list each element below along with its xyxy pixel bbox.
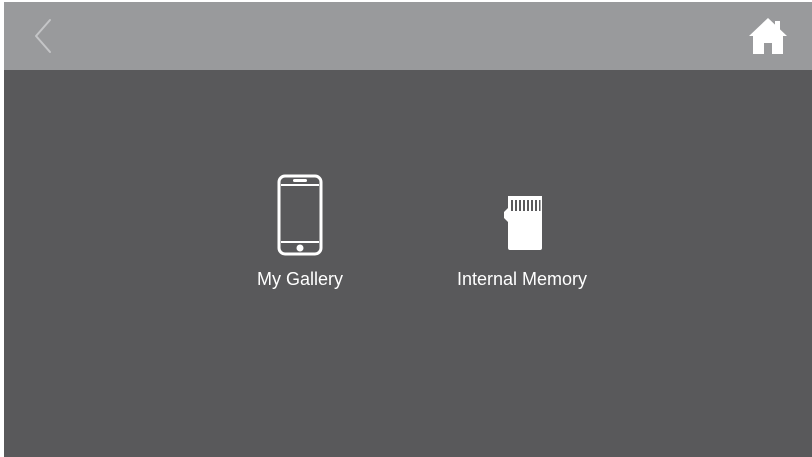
chevron-left-icon (35, 19, 51, 53)
tile-icon-wrap (434, 172, 610, 262)
tile-internal-memory[interactable]: Internal Memory (434, 172, 610, 296)
back-button[interactable] (26, 12, 62, 60)
sd-card-icon (504, 196, 542, 250)
home-icon (749, 18, 787, 54)
tile-label-my-gallery: My Gallery (256, 269, 343, 289)
app-screen: My Gallery Internal Memory (4, 2, 812, 457)
smartphone-icon (277, 174, 323, 256)
tile-my-gallery[interactable]: My Gallery (236, 172, 364, 296)
top-bar (4, 2, 812, 70)
tile-label-internal-memory: Internal Memory (456, 269, 588, 289)
tile-icon-wrap (236, 172, 364, 262)
home-button[interactable] (746, 14, 790, 58)
